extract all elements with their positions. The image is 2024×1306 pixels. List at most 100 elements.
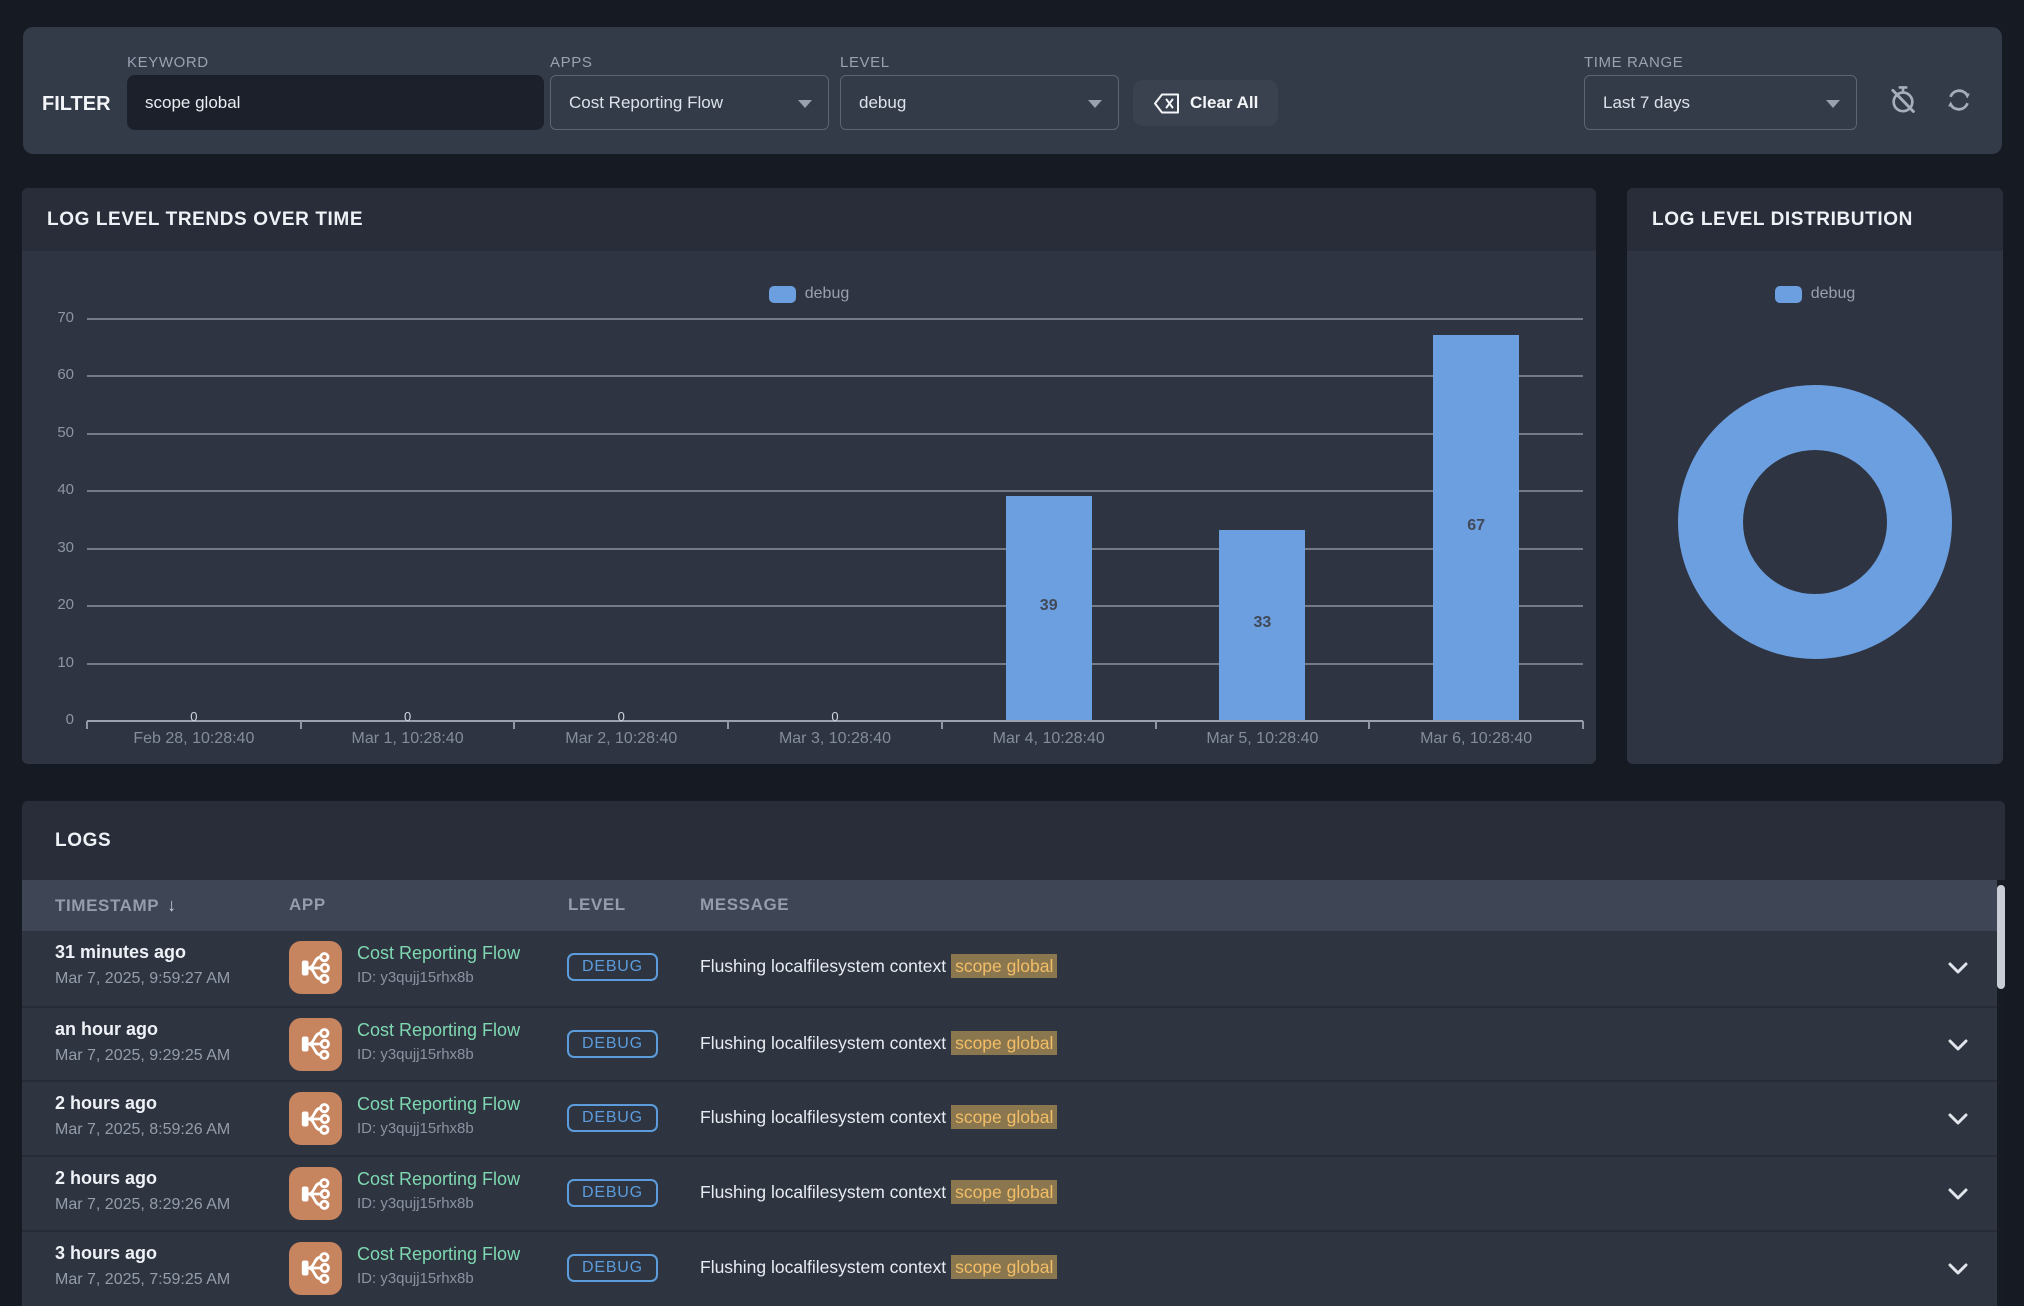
log-time-relative: 2 hours ago (55, 1168, 157, 1189)
keyword-highlight: scope global (951, 1031, 1057, 1055)
log-message: Flushing localfilesystem contextscope gl… (700, 1257, 1057, 1278)
filter-bar-title: FILTER (42, 93, 111, 116)
backspace-icon (1153, 92, 1180, 115)
x-axis-label: Mar 4, 10:28:40 (942, 730, 1156, 748)
log-time-relative: an hour ago (55, 1019, 158, 1040)
gridline (87, 663, 1583, 665)
app-link[interactable]: Cost Reporting Flow (357, 1020, 520, 1041)
x-axis-label: Feb 28, 10:28:40 (87, 730, 301, 748)
clear-all-button[interactable]: Clear All (1133, 80, 1278, 126)
expand-row-button[interactable] (1947, 1039, 1969, 1057)
level-label: LEVEL (840, 54, 890, 71)
refresh-button[interactable] (1942, 84, 1976, 118)
time-range-select-value: Last 7 days (1603, 93, 1690, 113)
app-link[interactable]: Cost Reporting Flow (357, 1094, 520, 1115)
level-select-value: debug (859, 93, 906, 113)
apps-select-value: Cost Reporting Flow (569, 93, 723, 113)
log-level-distribution-panel: LOG LEVEL DISTRIBUTION debug (1627, 188, 2003, 764)
log-row[interactable]: 2 hours ago Mar 7, 2025, 8:29:26 AM Cost R… (22, 1155, 1997, 1230)
log-time-relative: 3 hours ago (55, 1243, 157, 1264)
keyword-highlight: scope global (951, 1105, 1057, 1129)
log-message: Flushing localfilesystem contextscope gl… (700, 1182, 1057, 1203)
gridline (87, 490, 1583, 492)
x-axis-tick (1582, 721, 1584, 729)
log-level-trends-panel: LOG LEVEL TRENDS OVER TIME debug 0102030… (22, 188, 1596, 764)
x-axis-label: Mar 3, 10:28:40 (728, 730, 942, 748)
gridline (87, 375, 1583, 377)
column-header-level: LEVEL (568, 895, 626, 915)
app-id: ID: y3qujj15rhx8b (357, 1120, 474, 1137)
app-id: ID: y3qujj15rhx8b (357, 1195, 474, 1212)
app-link[interactable]: Cost Reporting Flow (357, 943, 520, 964)
y-axis-tick-label: 30 (22, 539, 74, 556)
log-message: Flushing localfilesystem contextscope gl… (700, 1107, 1057, 1128)
log-row[interactable]: 2 hours ago Mar 7, 2025, 8:59:26 AM Cost R… (22, 1080, 1997, 1155)
column-header-timestamp[interactable]: TIMESTAMP↓ (55, 895, 177, 916)
logs-scrollbar-thumb[interactable] (1997, 885, 2005, 989)
log-row[interactable]: 3 hours agoMar 7, 2025, 7:59:25 AMCost R… (22, 1230, 1997, 1305)
x-axis-label: Mar 2, 10:28:40 (514, 730, 728, 748)
apps-label: APPS (550, 54, 592, 71)
x-axis-tick (300, 721, 302, 729)
flow-app-icon (289, 1092, 342, 1145)
timer-off-icon (1887, 84, 1919, 116)
app-id: ID: y3qujj15rhx8b (357, 1270, 474, 1287)
log-time-relative: 31 minutes ago (55, 942, 186, 963)
log-time-absolute: Mar 7, 2025, 8:29:26 AM (55, 1196, 230, 1214)
time-range-select[interactable]: Last 7 days (1584, 75, 1857, 130)
bar-value-label: 39 (1006, 597, 1092, 615)
keyword-highlight: scope global (951, 1180, 1057, 1204)
level-badge: DEBUG (567, 1254, 658, 1282)
gridline (87, 433, 1583, 435)
timer-off-button[interactable] (1886, 84, 1920, 118)
gridline (87, 318, 1583, 320)
chevron-down-icon (1088, 100, 1102, 108)
expand-row-button[interactable] (1947, 1188, 1969, 1206)
app-link[interactable]: Cost Reporting Flow (357, 1169, 520, 1190)
log-message: Flushing localfilesystem contextscope gl… (700, 1033, 1057, 1054)
keyword-input[interactable] (127, 75, 544, 130)
flow-app-icon (289, 1242, 342, 1295)
x-axis-tick (727, 721, 729, 729)
gridline (87, 548, 1583, 550)
keyword-highlight: scope global (951, 1255, 1057, 1279)
expand-row-button[interactable] (1947, 1263, 1969, 1281)
keyword-label: KEYWORD (127, 54, 209, 71)
log-message: Flushing localfilesystem contextscope gl… (700, 956, 1057, 977)
bar-chart: 010203040506070Feb 28, 10:28:400Mar 1, 1… (22, 188, 1596, 764)
y-axis-tick-label: 10 (22, 654, 74, 671)
level-badge: DEBUG (567, 1104, 658, 1132)
keyword-highlight: scope global (951, 954, 1057, 978)
log-row[interactable]: an hour agoMar 7, 2025, 9:29:25 AMCost R… (22, 1006, 1997, 1081)
x-axis-label: Mar 5, 10:28:40 (1156, 730, 1370, 748)
donut-segment-debug[interactable] (1711, 418, 1920, 627)
refresh-icon (1943, 84, 1975, 116)
log-row[interactable]: 31 minutes ago Mar 7, 2025, 9:59:27 AM Cos… (22, 931, 1997, 1006)
y-axis-tick-label: 0 (22, 711, 74, 728)
log-time-absolute: Mar 7, 2025, 9:59:27 AM (55, 970, 230, 988)
flow-app-icon (289, 1167, 342, 1220)
level-select[interactable]: debug (840, 75, 1119, 130)
apps-select[interactable]: Cost Reporting Flow (550, 75, 829, 130)
log-time-absolute: Mar 7, 2025, 8:59:26 AM (55, 1121, 230, 1139)
chevron-down-icon (1826, 100, 1840, 108)
bar-zero-label: 0 (388, 709, 428, 724)
log-time-relative: 2 hours ago (55, 1093, 157, 1114)
level-badge: DEBUG (567, 1030, 658, 1058)
donut-chart[interactable] (1627, 188, 2003, 764)
expand-row-button[interactable] (1947, 962, 1969, 980)
app-link[interactable]: Cost Reporting Flow (357, 1244, 520, 1265)
logs-panel-header: LOGS (22, 801, 2005, 880)
app-id: ID: y3qujj15rhx8b (357, 1046, 474, 1063)
bar-value-label: 33 (1219, 614, 1305, 632)
bar-zero-label: 0 (174, 709, 214, 724)
logs-scrollbar[interactable] (1997, 880, 2005, 1306)
expand-row-button[interactable] (1947, 1113, 1969, 1131)
level-badge: DEBUG (567, 953, 658, 981)
sort-desc-icon: ↓ (167, 895, 177, 915)
logs-panel: LOGS TIMESTAMP↓ APP LEVEL MESSAGE 31 min… (22, 801, 2005, 1306)
y-axis-tick-label: 50 (22, 424, 74, 441)
bar-value-label: 67 (1433, 517, 1519, 535)
y-axis-tick-label: 60 (22, 366, 74, 383)
x-axis-label: Mar 6, 10:28:40 (1369, 730, 1583, 748)
